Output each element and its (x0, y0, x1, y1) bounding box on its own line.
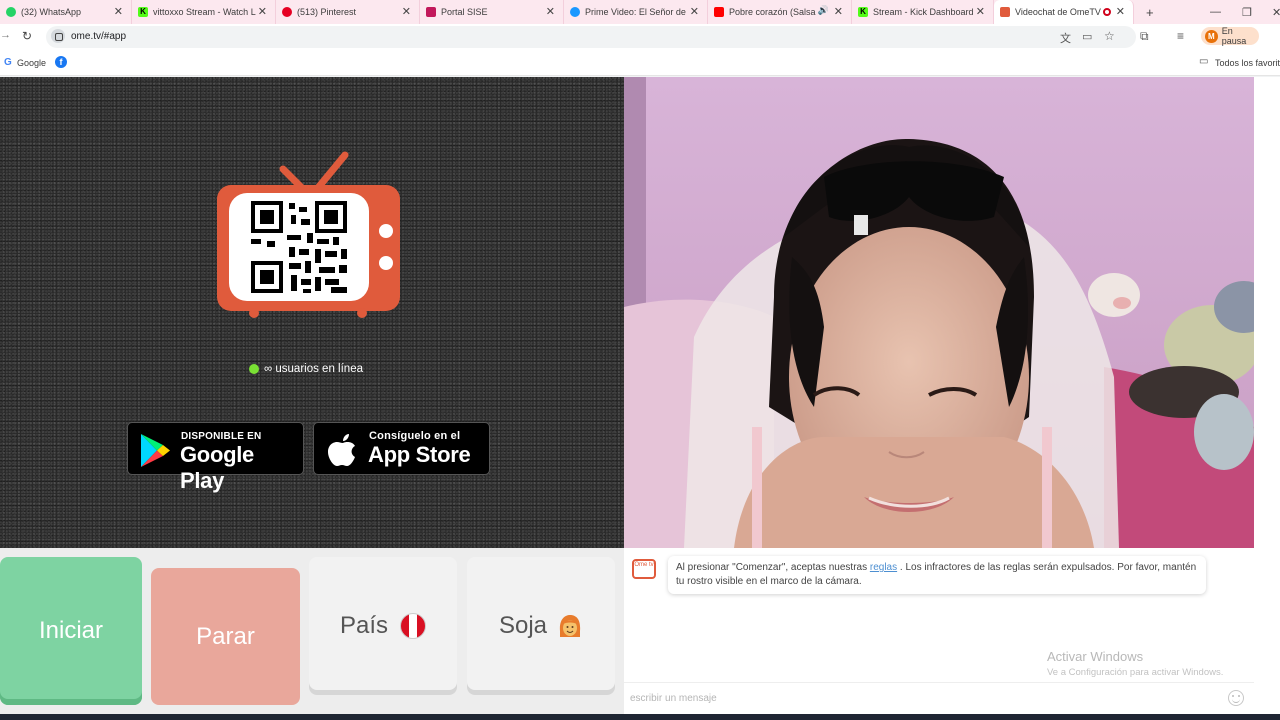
tab-whatsapp[interactable]: (32) WhatsApp ✕ (0, 0, 132, 24)
close-tab-icon[interactable]: ✕ (976, 5, 985, 18)
gender-filter-button[interactable]: Soja (467, 557, 615, 695)
stop-button[interactable]: Parar (151, 568, 300, 705)
windows-activation-subtitle: Ve a Configuración para activar Windows. (1047, 667, 1224, 678)
close-tab-icon[interactable]: ✕ (114, 5, 123, 18)
prime-video-icon (570, 7, 580, 17)
kick-icon: K (858, 7, 868, 17)
app-store-small: Consíguelo en el (369, 430, 461, 442)
notice-text-start: Al presionar "Comenzar", aceptas nuestra… (676, 562, 870, 573)
avatar: M (1205, 29, 1218, 43)
tab-title: Prime Video: El Señor de (585, 7, 686, 17)
google-icon: G (4, 57, 12, 68)
tab-title: vittoxxo Stream - Watch L (153, 7, 256, 17)
facebook-icon[interactable]: f (55, 56, 67, 68)
site-info-icon[interactable] (51, 29, 65, 43)
google-play-small: DISPONIBLE EN (181, 431, 262, 442)
chat-panel: Ome tv Al presionar "Comenzar", aceptas … (624, 548, 1254, 720)
country-filter-button[interactable]: País (309, 557, 457, 695)
tab-title: Pobre corazón (Salsa (729, 7, 816, 17)
reload-icon[interactable]: ↻ (22, 29, 32, 43)
country-button-label: País (339, 612, 389, 639)
message-input-bar (624, 682, 1254, 712)
address-bar: → ↻ ome.tv/#app 文 ▭ ☆ ⧉ ≡ ⋮ (0, 24, 1280, 50)
rules-link[interactable]: reglas (870, 562, 897, 573)
google-play-button[interactable]: DISPONIBLE EN Google Play (127, 422, 304, 493)
tab-title: Portal SISE (441, 7, 488, 17)
kick-icon: K (138, 7, 148, 17)
start-button-label: Iniciar (38, 617, 104, 644)
bookmark-star-icon[interactable]: ☆ (1104, 29, 1115, 43)
close-tab-icon[interactable]: ✕ (1116, 5, 1125, 18)
online-dot-icon (249, 364, 259, 374)
ometv-qr-tv-icon[interactable] (215, 149, 405, 319)
stop-button-label: Parar (196, 622, 255, 650)
close-tab-icon[interactable]: ✕ (834, 5, 843, 18)
speaker-icon[interactable]: 🔊 (818, 5, 829, 16)
tab-pinterest[interactable]: (513) Pinterest ✕ (276, 0, 420, 24)
bookmarks-bar: G Google f ▭ Todos los favoritos (0, 50, 1280, 76)
gender-button-label: Soja (498, 612, 548, 639)
partner-video-panel: ∞ usuarios en línea DISPONIBLE EN Google… (0, 77, 624, 548)
rules-notice: Al presionar "Comenzar", aceptas nuestra… (668, 556, 1206, 594)
restore-icon[interactable]: ❐ (1242, 0, 1252, 24)
camera-feed-image (624, 77, 1254, 548)
more-menu-icon[interactable]: ⋮ (1275, 29, 1280, 43)
whatsapp-icon (6, 7, 16, 17)
tab-strip: (32) WhatsApp ✕ K vittoxxo Stream - Watc… (0, 0, 1280, 24)
tab-prime-video[interactable]: Prime Video: El Señor de ✕ (564, 0, 708, 24)
tab-title: (513) Pinterest (297, 7, 357, 17)
cast-icon[interactable]: ▭ (1082, 30, 1092, 43)
peru-flag-icon (400, 613, 427, 639)
apple-icon (328, 434, 355, 466)
new-tab-button[interactable]: + (1146, 5, 1154, 20)
profile-status: En pausa (1221, 26, 1247, 46)
forward-icon[interactable]: → (0, 29, 11, 41)
folder-icon: ▭ (1199, 56, 1209, 67)
reading-list-icon[interactable]: ≡ (1177, 29, 1184, 43)
tab-portal-sise[interactable]: Portal SISE ✕ (420, 0, 564, 24)
close-tab-icon[interactable]: ✕ (690, 5, 699, 18)
tab-youtube[interactable]: Pobre corazón (Salsa 🔊 ✕ (708, 0, 852, 24)
url-text[interactable]: ome.tv/#app (71, 31, 126, 42)
youtube-icon (714, 7, 724, 17)
close-tab-icon[interactable]: ✕ (546, 5, 555, 18)
ometv-icon (1000, 7, 1010, 17)
app-store-big: App Store (368, 442, 471, 467)
emoji-icon[interactable] (1228, 690, 1244, 706)
ometv-page: ∞ usuarios en línea DISPONIBLE EN Google… (0, 77, 1280, 720)
bookmark-all-favorites[interactable]: Todos los favoritos (1215, 58, 1280, 68)
tab-ometv[interactable]: Videochat de OmeTV ✕ (994, 0, 1134, 24)
ometv-logo-icon: Ome tv (632, 559, 656, 579)
translate-icon[interactable]: 文 (1060, 30, 1071, 46)
tab-kick-dashboard[interactable]: K Stream - Kick Dashboard ✕ (852, 0, 994, 24)
extensions-icon[interactable]: ⧉ (1140, 29, 1149, 44)
pinterest-icon (282, 7, 292, 17)
close-window-icon[interactable]: ✕ (1272, 0, 1280, 24)
self-camera-view (624, 77, 1254, 548)
tab-kick-stream[interactable]: K vittoxxo Stream - Watch L ✕ (132, 0, 276, 24)
windows-taskbar (0, 714, 1280, 720)
online-users-text: ∞ usuarios en línea (264, 363, 363, 375)
omnibox[interactable] (46, 26, 1136, 48)
recording-icon (1103, 8, 1111, 16)
minimize-icon[interactable]: — (1210, 0, 1221, 24)
girl-emoji-icon (559, 615, 581, 637)
close-tab-icon[interactable]: ✕ (258, 5, 267, 18)
app-store-button[interactable]: Consíguelo en el App Store (313, 422, 490, 475)
close-tab-icon[interactable]: ✕ (402, 5, 411, 18)
page-scrollbar[interactable] (1254, 77, 1280, 720)
windows-activation-title: Activar Windows (1047, 649, 1144, 664)
google-play-big: Google Play (180, 442, 254, 493)
sise-icon (426, 7, 436, 17)
start-button[interactable]: Iniciar (0, 557, 142, 705)
message-input[interactable] (630, 689, 1210, 707)
online-users-indicator: ∞ usuarios en línea (249, 363, 363, 375)
profile-button[interactable]: M En pausa (1201, 26, 1259, 46)
bookmark-google[interactable]: Google (17, 58, 46, 68)
google-play-icon (141, 434, 170, 467)
